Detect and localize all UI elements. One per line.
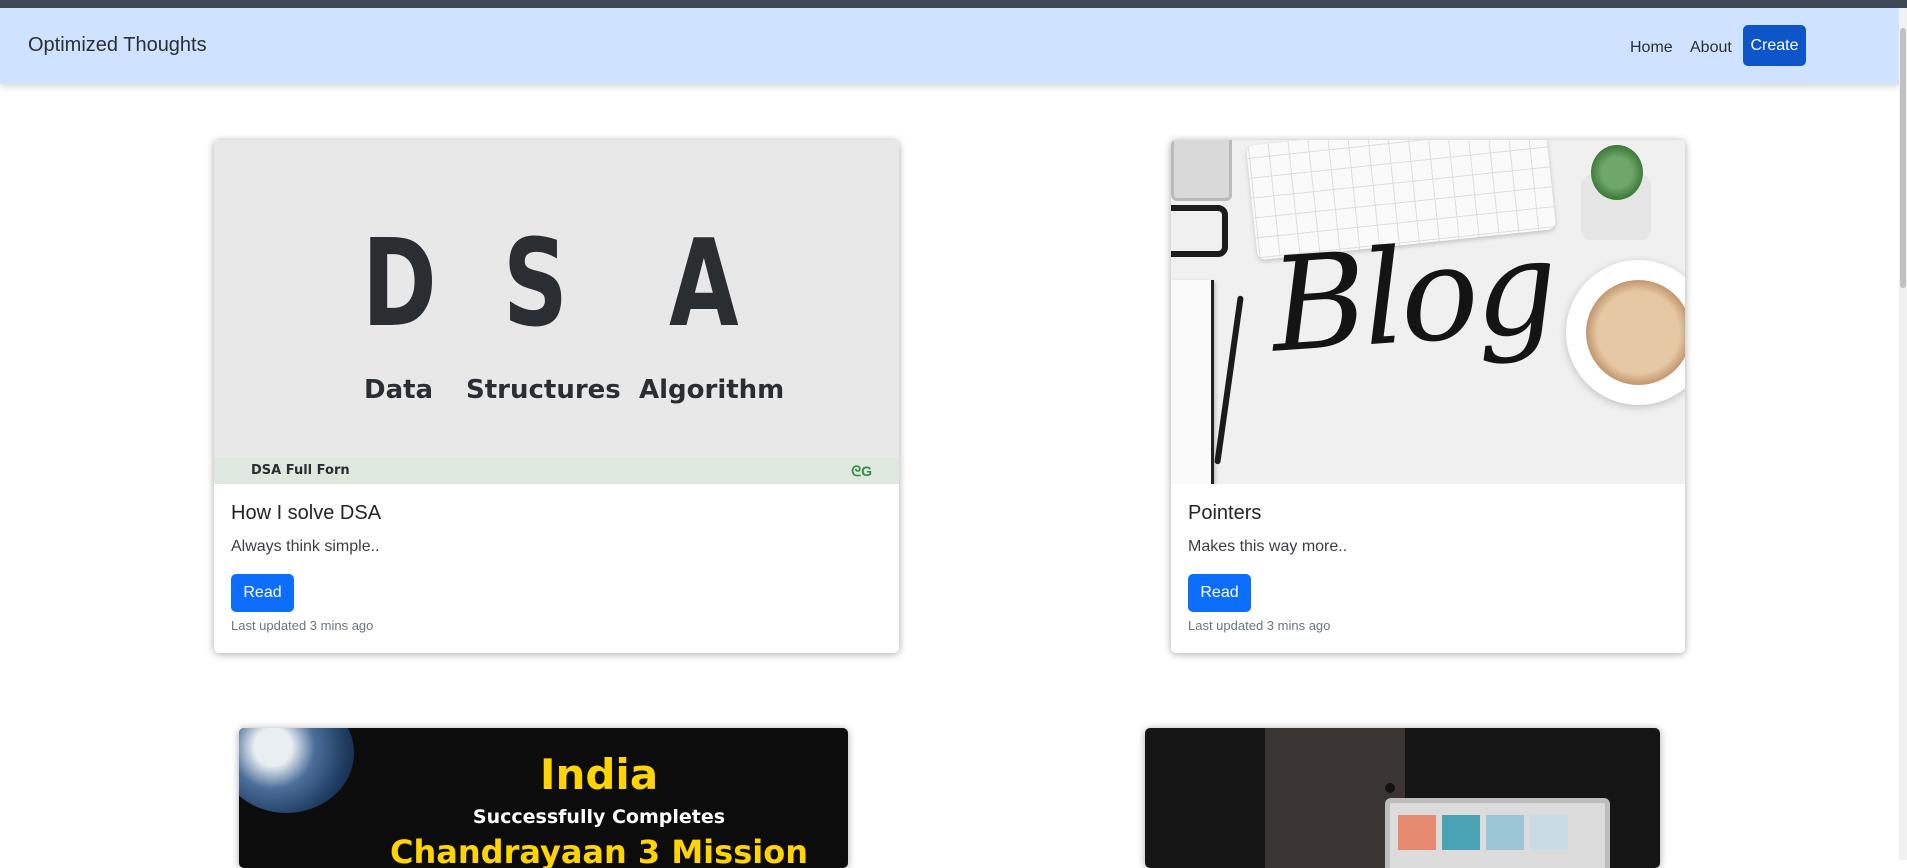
notebook-graphic	[1171, 280, 1214, 484]
post-card	[1145, 728, 1660, 868]
pen-graphic	[1214, 295, 1244, 465]
card-body: How I solve DSA Always think simple..	[231, 502, 882, 556]
navbar: Optimized Thoughts Home About Create	[0, 8, 1899, 84]
laptop-screen-tile	[1530, 815, 1568, 850]
post-title: How I solve DSA	[231, 502, 382, 524]
scrollbar[interactable]	[1899, 8, 1907, 860]
read-button[interactable]: Read	[231, 574, 294, 612]
nav-about-link[interactable]: About	[1690, 39, 1732, 57]
dsa-footer-text: DSA Full Forn	[251, 463, 350, 478]
post-image-dsa: D S A Data Structures Algorithm DSA Full…	[214, 140, 899, 484]
post-card: Blog Pointers Makes this way more.. Read…	[1171, 140, 1685, 653]
door-knob-graphic	[1385, 783, 1395, 793]
earth-graphic	[239, 728, 354, 813]
post-card: India Successfully Completes Chandrayaan…	[239, 728, 848, 868]
laptop-screen-tile	[1398, 815, 1436, 850]
laptop-photo-icon	[1385, 798, 1610, 868]
image-headline: India	[539, 750, 659, 799]
post-updated-time: Last updated 3 mins ago	[231, 618, 374, 633]
laptop-screen-tile	[1486, 815, 1524, 850]
create-button[interactable]: Create	[1743, 25, 1806, 66]
gfg-logo-icon: ᘓG	[851, 463, 872, 479]
window-top-strip	[0, 0, 1907, 8]
post-title: Pointers	[1188, 502, 1262, 524]
brand-title[interactable]: Optimized Thoughts	[28, 34, 207, 57]
card-body: Pointers Makes this way more..	[1188, 502, 1668, 556]
dsa-footer: DSA Full Forn ᘓG	[214, 458, 899, 484]
dsa-letters: D S A	[214, 220, 899, 350]
image-mission-title: Chandrayaan 3 Mission	[390, 833, 808, 868]
post-image-laptop	[1145, 728, 1660, 868]
dsa-word-algorithm: Algorithm	[639, 375, 785, 405]
phone-graphic	[1171, 140, 1232, 201]
dsa-letter-s: S	[503, 215, 568, 354]
dsa-letter-d: D	[362, 215, 437, 354]
post-updated-time: Last updated 3 mins ago	[1188, 618, 1331, 633]
post-excerpt: Always think simple..	[231, 538, 380, 555]
dsa-word-data: Data	[364, 375, 434, 405]
post-image-chandrayaan: India Successfully Completes Chandrayaan…	[239, 728, 848, 868]
post-image-blog: Blog	[1171, 140, 1685, 484]
dsa-word-structures: Structures	[466, 375, 621, 405]
laptop-screen-tile	[1442, 815, 1480, 850]
read-button[interactable]: Read	[1188, 574, 1251, 612]
coffee-graphic	[1586, 280, 1685, 385]
glasses-graphic	[1171, 205, 1228, 257]
image-subheadline: Successfully Completes	[472, 806, 726, 828]
scrollbar-thumb[interactable]	[1900, 28, 1906, 288]
door-graphic	[1265, 728, 1405, 868]
dsa-letter-a: A	[669, 215, 739, 354]
post-excerpt: Makes this way more..	[1188, 538, 1348, 555]
nav-home-link[interactable]: Home	[1630, 39, 1673, 57]
blog-script-text: Blog	[1266, 210, 1559, 382]
cactus-graphic	[1591, 145, 1643, 200]
post-card: D S A Data Structures Algorithm DSA Full…	[214, 140, 899, 653]
